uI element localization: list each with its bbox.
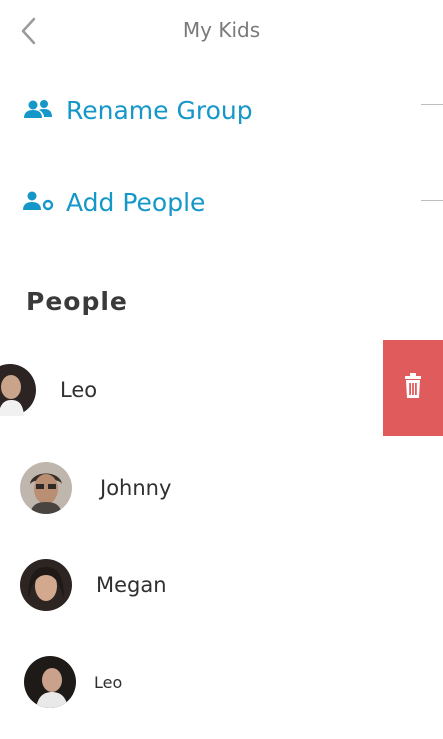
rename-group-label: Rename Group <box>66 95 253 125</box>
avatar <box>24 656 76 708</box>
avatar <box>0 364 36 416</box>
rename-group-button[interactable]: Rename Group <box>22 90 253 130</box>
list-item[interactable]: Leo <box>24 652 122 712</box>
person-name: Leo <box>94 672 123 692</box>
avatar <box>20 559 72 611</box>
divider <box>421 200 443 201</box>
add-people-label: Add People <box>66 187 206 217</box>
avatar <box>20 462 72 514</box>
add-person-icon <box>22 190 56 214</box>
list-item[interactable]: Leo <box>0 360 97 420</box>
header-bar: My Kids <box>0 0 443 64</box>
page-title: My Kids <box>182 18 261 42</box>
person-name: Johnny <box>100 476 172 500</box>
person-name: Leo <box>60 378 98 402</box>
divider <box>421 104 443 105</box>
delete-button[interactable] <box>383 340 443 436</box>
trash-icon <box>403 373 423 403</box>
person-name: Megan <box>96 573 167 597</box>
list-item[interactable]: Megan <box>20 555 167 615</box>
group-icon <box>22 98 56 122</box>
people-heading: People <box>26 287 128 316</box>
add-people-button[interactable]: Add People <box>22 182 205 222</box>
list-item[interactable]: Johnny <box>20 458 171 518</box>
